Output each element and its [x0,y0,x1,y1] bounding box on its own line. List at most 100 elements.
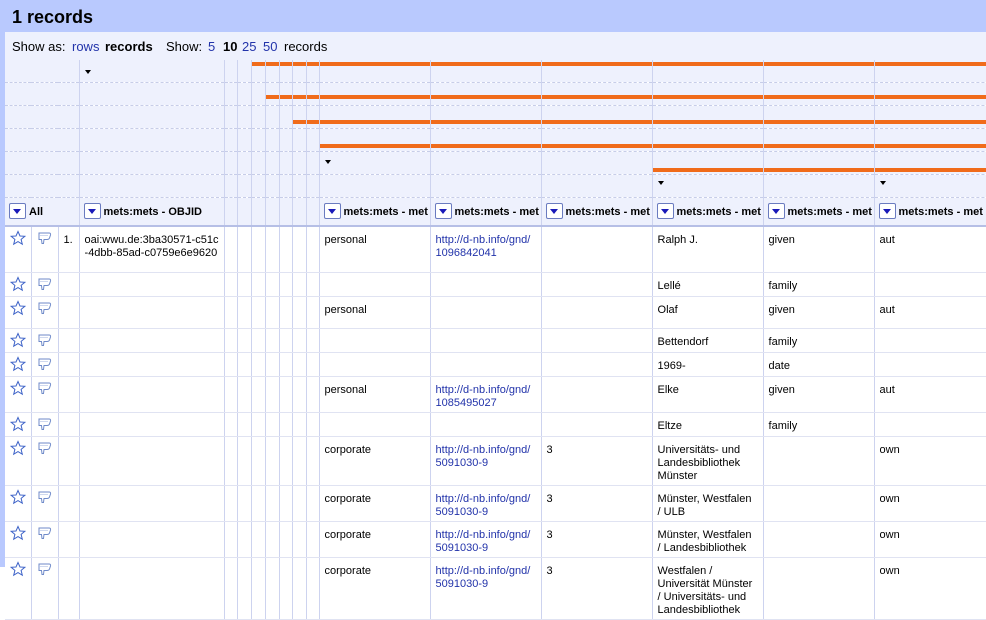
role-cell [874,412,986,437]
column-header-6: mets:mets - met [874,197,986,227]
flag-icon[interactable] [36,232,54,249]
header-tree-row [5,82,986,106]
column-menu-dropdown-icon[interactable] [545,203,563,219]
name-type-cell [319,352,431,377]
tree-spacer-cell [251,412,266,437]
flag-icon[interactable] [36,302,54,319]
table-row: Eltze family [5,412,986,437]
role-cell: own [874,436,986,486]
tree-spacer-cell [237,272,252,297]
tree-spacer-cell [224,226,238,273]
tree-spacer-cell [251,485,266,522]
show-25-link[interactable]: 25 [242,39,256,54]
star-icon[interactable] [9,440,26,460]
tree-spacer-cell [306,485,320,522]
tree-spacer-cell [237,412,252,437]
tree-spacer-cell [224,352,238,377]
column-menu-dropdown-icon[interactable] [656,203,674,219]
authority-uri-link[interactable]: http://d-nb.info/gnd/5091030-9 [430,485,542,522]
star-icon[interactable] [9,356,26,376]
star-icon[interactable] [9,332,26,352]
role-cell: aut [874,296,986,329]
column-menu-dropdown-icon[interactable] [9,203,26,219]
name-part-cell: 1969- [652,352,764,377]
tree-spacer-cell [237,296,252,329]
tree-spacer-cell [306,412,320,437]
record-index [58,328,80,353]
tree-spacer-cell [279,272,293,297]
authority-uri-link [430,412,542,437]
column-menu-dropdown-icon[interactable] [323,203,341,219]
records-table: All mets:mets - OBJID mets:mets - met me… [5,60,986,620]
star-icon[interactable] [9,416,26,436]
name-part-type-cell: family [763,272,875,297]
name-part-cell: Olaf [652,296,764,329]
authority-uri-link[interactable]: http://d-nb.info/gnd/5091030-9 [430,436,542,486]
column-menu-dropdown-icon[interactable] [878,203,896,219]
record-index [58,296,80,329]
show-suffix: records [284,39,328,54]
expand-triangle-icon[interactable] [84,70,91,74]
number-cell [541,296,653,329]
name-part-type-cell: given [763,376,875,413]
tree-spacer-cell [292,485,307,522]
star-icon[interactable] [9,300,26,320]
tree-spacer-cell [279,328,293,353]
flag-icon[interactable] [36,278,54,295]
column-menu-dropdown-icon[interactable] [767,203,785,219]
page-title: 1 records [12,7,94,27]
tree-spacer-cell [306,272,320,297]
header-tree-row [5,151,986,175]
expand-triangle-icon[interactable] [657,181,664,185]
table-row: Bettendorf family [5,328,986,353]
tree-spacer-cell [224,412,238,437]
show-50-link[interactable]: 50 [263,39,277,54]
column-header-row: All mets:mets - OBJID mets:mets - met me… [5,197,986,227]
objid-cell [79,376,225,413]
role-cell: own [874,521,986,558]
name-part-type-cell: given [763,226,875,273]
table-row: personal http://d-nb.info/gnd/1085495027 E… [5,376,986,413]
tree-spacer-cell [279,412,293,437]
tree-spacer-cell [292,521,307,558]
number-cell [541,226,653,273]
objid-cell: oai:wwu.de:3ba30571-c51c-4dbb-85ad-c0759… [79,226,225,273]
flag-icon[interactable] [36,382,54,399]
flag-icon[interactable] [36,358,54,375]
flag-icon[interactable] [36,563,54,580]
star-icon[interactable] [9,380,26,400]
name-part-type-cell [763,521,875,558]
authority-uri-link[interactable]: http://d-nb.info/gnd/1085495027 [430,376,542,413]
flag-icon[interactable] [36,418,54,435]
tree-spacer-cell [265,328,280,353]
tree-spacer-cell [279,376,293,413]
flag-icon[interactable] [36,491,54,508]
show-5-link[interactable]: 5 [208,39,215,54]
star-icon[interactable] [9,561,26,581]
tree-spacer-cell [306,296,320,329]
star-icon[interactable] [9,489,26,509]
column-header-4: mets:mets - met [652,197,764,227]
role-cell: aut [874,226,986,273]
flag-icon[interactable] [36,527,54,544]
flag-icon[interactable] [36,334,54,351]
star-icon[interactable] [9,276,26,296]
expand-triangle-icon[interactable] [879,181,886,185]
authority-uri-link[interactable]: http://d-nb.info/gnd/5091030-9 [430,521,542,558]
column-menu-dropdown-icon[interactable] [83,203,101,219]
authority-uri-link[interactable]: http://d-nb.info/gnd/1096842041 [430,226,542,273]
name-part-cell: Lellé [652,272,764,297]
tree-spacer-cell [251,521,266,558]
column-menu-dropdown-icon[interactable] [434,203,452,219]
number-cell [541,328,653,353]
tree-spacer-cell [279,296,293,329]
star-icon[interactable] [9,525,26,545]
tree-spacer-cell [251,352,266,377]
tree-spacer-cell [237,521,252,558]
records-page: 1 records Show as: rows records Show: 5 … [5,0,986,620]
show-as-rows-link[interactable]: rows [72,39,99,54]
star-icon[interactable] [9,230,26,250]
name-part-type-cell: family [763,412,875,437]
flag-icon[interactable] [36,442,54,459]
expand-triangle-icon[interactable] [324,160,331,164]
